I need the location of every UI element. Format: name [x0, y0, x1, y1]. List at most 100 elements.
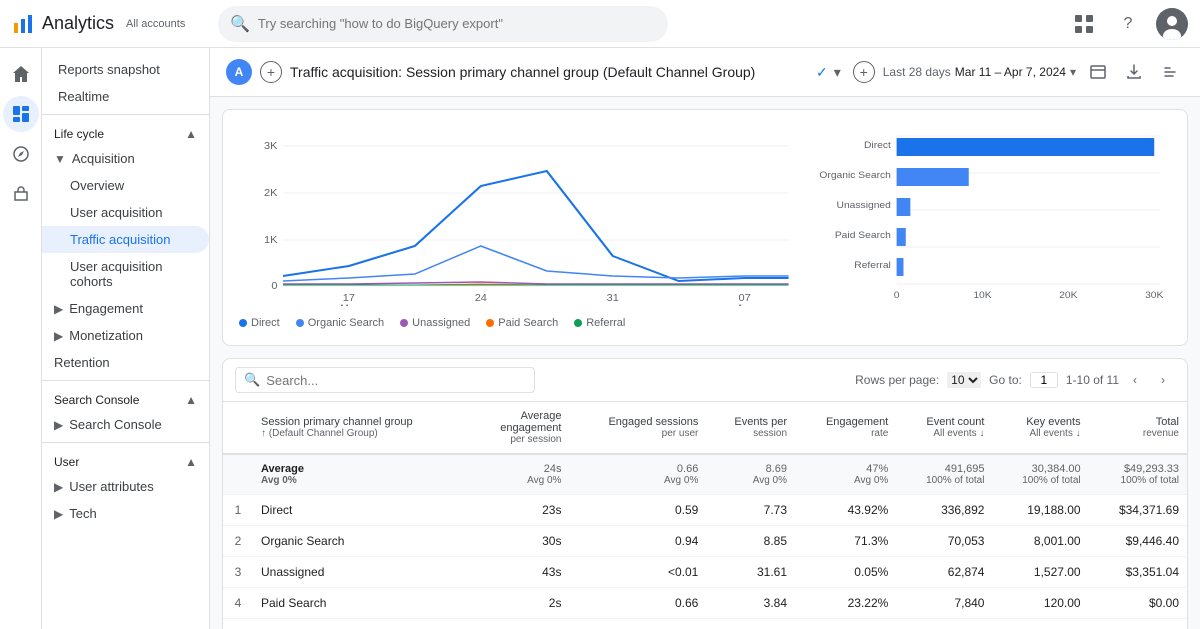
- apps-icon[interactable]: [1068, 8, 1100, 40]
- sidebar-lifecycle-header[interactable]: Life cycle ▲: [42, 119, 209, 145]
- sidebar: Reports snapshot Realtime Life cycle ▲ ▼…: [42, 48, 210, 629]
- prev-page-btn[interactable]: ‹: [1123, 368, 1147, 392]
- svg-text:17: 17: [343, 292, 355, 303]
- svg-text:Mar: Mar: [340, 303, 357, 306]
- avatar[interactable]: [1156, 8, 1188, 40]
- sidebar-item-reports-snapshot[interactable]: Reports snapshot: [42, 56, 209, 83]
- row-1-event-count: 336,892: [896, 495, 992, 526]
- main-content: A + Traffic acquisition: Session primary…: [210, 48, 1200, 629]
- sidebar-item-realtime[interactable]: Realtime: [42, 83, 209, 110]
- table-row: 1 Direct 23s 0.59 7.73 43.92% 336,892 19…: [223, 495, 1187, 526]
- col-channel[interactable]: Session primary channel group ↑ (Default…: [253, 402, 470, 454]
- col-key-events[interactable]: Key events All events ↓: [992, 402, 1088, 454]
- sidebar-item-traffic-acquisition[interactable]: Traffic acquisition: [42, 226, 209, 253]
- pagination-range: 1-10 of 11: [1066, 373, 1119, 387]
- avg-engagement: 24s Avg 0%: [470, 454, 570, 495]
- col-total-revenue[interactable]: Total revenue: [1089, 402, 1187, 454]
- app-title: Analytics: [42, 13, 114, 34]
- svg-text:0: 0: [893, 291, 899, 301]
- date-range[interactable]: Last 28 days Mar 11 – Apr 7, 2024 ▾: [883, 65, 1076, 79]
- sidebar-item-tech[interactable]: ▶ Tech: [42, 500, 209, 527]
- legend-direct: Direct: [239, 317, 280, 329]
- avg-channel: Average Avg 0%: [253, 454, 470, 495]
- rows-per-page-label: Rows per page:: [855, 373, 939, 387]
- logo-area: Analytics All accounts: [12, 13, 202, 35]
- data-table: Session primary channel group ↑ (Default…: [223, 402, 1187, 629]
- sidebar-divider: [42, 114, 209, 115]
- sidebar-item-engagement[interactable]: ▶ Engagement: [42, 295, 209, 322]
- col-num: [223, 402, 253, 454]
- search-bar[interactable]: 🔍: [218, 6, 668, 42]
- avg-row: Average Avg 0% 24s Avg 0% 0.66 Avg 0% 8.…: [223, 454, 1187, 495]
- sidebar-item-monetization[interactable]: ▶ Monetization: [42, 322, 209, 349]
- avg-events-per-session: 8.69 Avg 0%: [706, 454, 795, 495]
- svg-text:2K: 2K: [264, 187, 277, 198]
- bar-chart: Direct Organic Search Unassigned Paid Se…: [805, 126, 1171, 329]
- sidebar-search-console-header[interactable]: Search Console ▲: [42, 385, 209, 411]
- legend-organic-search: Organic Search: [296, 317, 384, 329]
- col-avg-engagement[interactable]: Averageengagement per session: [470, 402, 570, 454]
- col-event-count[interactable]: Event count All events ↓: [896, 402, 992, 454]
- dropdown-icon[interactable]: ▾: [834, 64, 841, 81]
- export-btn[interactable]: [1120, 58, 1148, 86]
- sidebar-item-user-acquisition-cohorts[interactable]: User acquisition cohorts: [42, 253, 209, 295]
- row-1-events-per-session: 7.73: [706, 495, 795, 526]
- avg-total-revenue: $49,293.33 100% of total: [1089, 454, 1187, 495]
- line-chart: 3K 2K 1K 0 17 24 31: [239, 126, 789, 329]
- table-search-input[interactable]: [266, 373, 526, 388]
- row-1-engaged-sessions: 0.59: [569, 495, 706, 526]
- goto-input[interactable]: [1030, 372, 1058, 388]
- row-1-num: 1: [223, 495, 253, 526]
- col-engagement-rate[interactable]: Engagement rate: [795, 402, 896, 454]
- more-options-btn[interactable]: [1156, 58, 1184, 86]
- chart-legend: Direct Organic Search Unassigned Paid Se…: [239, 317, 789, 329]
- svg-text:20K: 20K: [1059, 291, 1078, 301]
- svg-text:Unassigned: Unassigned: [836, 201, 890, 211]
- col-events-per-session[interactable]: Events per session: [706, 402, 795, 454]
- analytics-icon: [12, 13, 34, 35]
- sidebar-divider3: [42, 442, 209, 443]
- svg-text:10K: 10K: [973, 291, 992, 301]
- table-search-icon: 🔍: [244, 372, 260, 388]
- share-report-btn[interactable]: [1084, 58, 1112, 86]
- lifecycle-expand-icon: ▲: [185, 127, 197, 141]
- sidebar-item-user-acquisition[interactable]: User acquisition: [42, 199, 209, 226]
- reports-icon[interactable]: [3, 96, 39, 132]
- svg-text:Referral: Referral: [854, 261, 891, 271]
- account-label: All accounts: [126, 18, 185, 30]
- sidebar-user-header[interactable]: User ▲: [42, 447, 209, 473]
- right-icons: ?: [1068, 8, 1188, 40]
- search-input[interactable]: [258, 16, 656, 31]
- svg-text:07: 07: [739, 292, 751, 303]
- add-view-btn[interactable]: +: [853, 61, 875, 83]
- row-1-engagement-rate: 43.92%: [795, 495, 896, 526]
- table-search-wrap[interactable]: 🔍: [235, 367, 535, 393]
- add-comparison-btn[interactable]: +: [260, 61, 282, 83]
- sidebar-item-overview[interactable]: Overview: [42, 172, 209, 199]
- rows-per-page-select[interactable]: 10 25 50: [947, 372, 981, 388]
- report-title-icons: ✓ ▾: [816, 64, 841, 81]
- svg-text:0: 0: [271, 280, 277, 291]
- table-row: 5 Referral 13s 0.82 6.44 66.3% 5,278 637…: [223, 619, 1187, 629]
- avg-key-events: 30,384.00 100% of total: [992, 454, 1088, 495]
- svg-text:1K: 1K: [264, 234, 277, 245]
- avg-engaged-sessions: 0.66 Avg 0%: [569, 454, 706, 495]
- sidebar-item-search-console[interactable]: ▶ Search Console: [42, 411, 209, 438]
- home-icon[interactable]: [3, 56, 39, 92]
- searchconsole-expand-icon: ▲: [185, 393, 197, 407]
- svg-text:Apr: Apr: [737, 303, 752, 306]
- sidebar-item-acquisition-parent[interactable]: ▼ Acquisition: [42, 145, 209, 172]
- row-1-key-events: 19,188.00: [992, 495, 1088, 526]
- explore-icon[interactable]: [3, 136, 39, 172]
- svg-text:Paid Search: Paid Search: [834, 231, 890, 241]
- sidebar-item-user-attributes[interactable]: ▶ User attributes: [42, 473, 209, 500]
- row-1-avg-engagement: 23s: [470, 495, 570, 526]
- col-engaged-sessions[interactable]: Engaged sessions per user: [569, 402, 706, 454]
- advertising-icon[interactable]: [3, 176, 39, 212]
- avg-event-count: 491,695 100% of total: [896, 454, 992, 495]
- sidebar-item-retention[interactable]: Retention: [42, 349, 209, 376]
- help-icon[interactable]: ?: [1112, 8, 1144, 40]
- svg-text:Direct: Direct: [864, 141, 891, 151]
- table-controls: Rows per page: 10 25 50 Go to: 1-10 of 1…: [855, 368, 1175, 392]
- next-page-btn[interactable]: ›: [1151, 368, 1175, 392]
